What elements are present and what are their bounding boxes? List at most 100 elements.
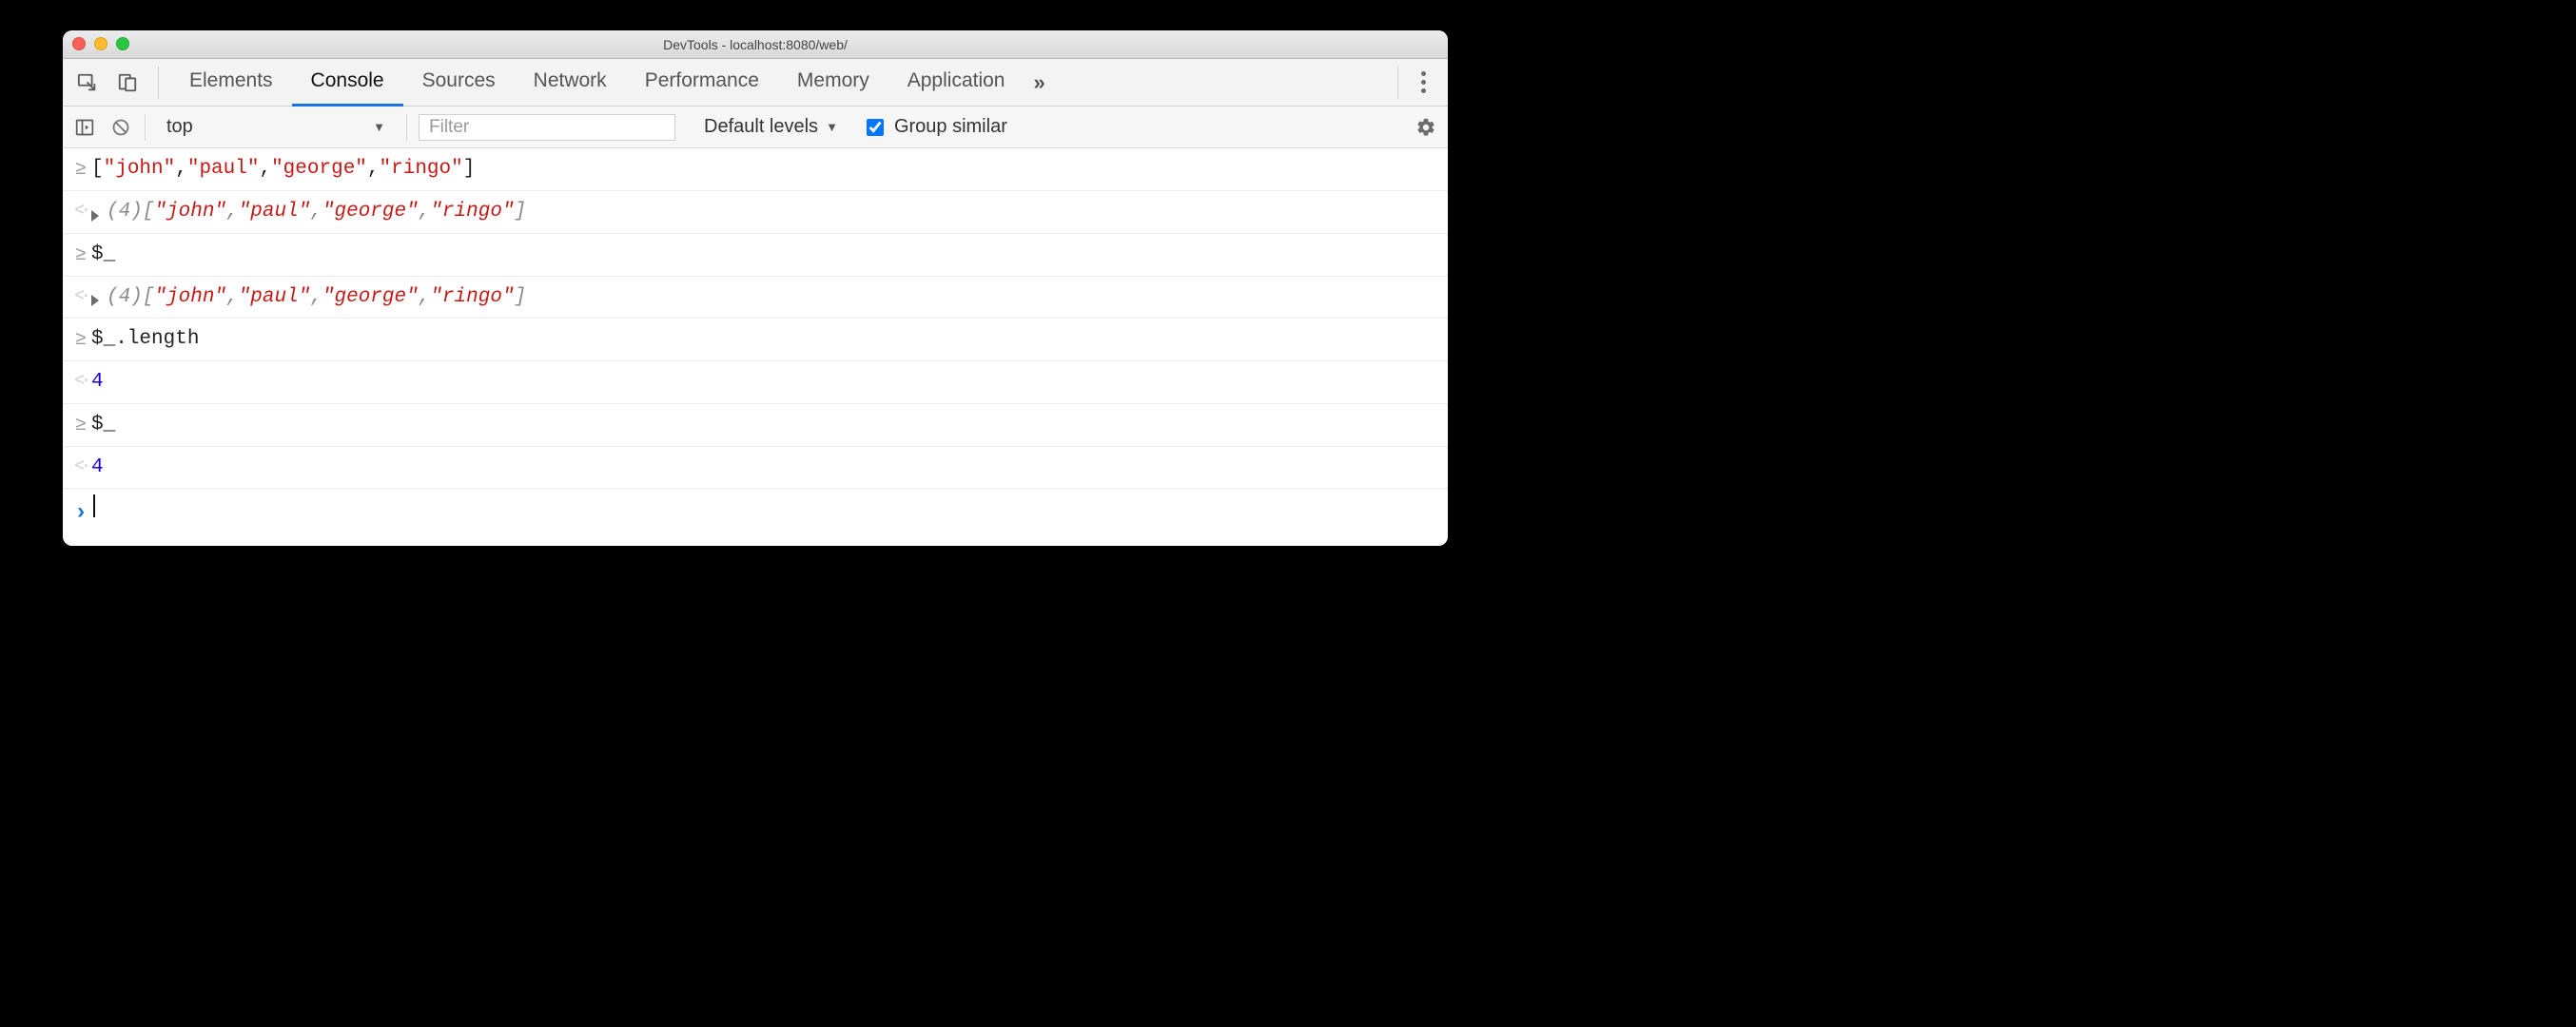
token-str: "john": [104, 154, 176, 184]
token-dim-italic: [: [143, 282, 155, 313]
console-row-content: 4: [91, 453, 1438, 483]
log-levels-select[interactable]: Default levels ▼: [704, 116, 838, 138]
token-dim-italic: ,: [419, 282, 431, 313]
token-dim-italic: ,: [419, 197, 431, 227]
token-dim-italic: ]: [515, 197, 527, 227]
console-row-input: ≥$_: [63, 234, 1448, 277]
token-punct: [: [91, 154, 104, 184]
tab-application[interactable]: Application: [888, 59, 1025, 107]
console-row-content: $_.length: [91, 324, 1438, 355]
result-marker-icon: <·: [70, 367, 91, 395]
console-row-result: <·(4) ["john", "paul", "george", "ringo"…: [63, 277, 1448, 320]
token-punct: ,: [367, 154, 380, 184]
token-dim-italic: ,: [226, 282, 239, 313]
console-row-prompt[interactable]: ›: [63, 489, 1448, 546]
token-str-italic: "ringo": [430, 282, 514, 313]
token-punct: ,: [259, 154, 271, 184]
console-row-content: $_: [91, 410, 1438, 440]
window-controls: [72, 37, 129, 50]
token-str: "paul": [187, 154, 260, 184]
tab-sources[interactable]: Sources: [403, 59, 515, 107]
console-sidebar-toggle-icon[interactable]: [72, 115, 97, 140]
expand-toggle-icon[interactable]: [91, 210, 99, 222]
console-row-content: (4) ["john", "paul", "george", "ringo"]: [91, 197, 1438, 227]
expand-toggle-icon[interactable]: [91, 295, 99, 306]
console-row-content: $_: [91, 240, 1438, 270]
devtools-menu-button[interactable]: [1410, 71, 1436, 93]
tab-label: Network: [534, 69, 607, 92]
tab-label: Application: [907, 69, 1005, 92]
token-str-italic: "john": [154, 197, 226, 227]
device-toolbar-icon[interactable]: [114, 69, 141, 96]
console-row-input: ≥["john","paul","george","ringo"]: [63, 148, 1448, 191]
separator: [1397, 67, 1398, 99]
group-similar-label: Group similar: [894, 116, 1007, 138]
console-settings-icon[interactable]: [1414, 115, 1438, 140]
token-dim-italic: [: [143, 197, 155, 227]
tab-console[interactable]: Console: [292, 59, 403, 107]
token-dim-italic: ]: [515, 282, 527, 313]
token-punct: $_: [91, 240, 115, 270]
execution-context-select[interactable]: top ▼: [157, 113, 395, 142]
result-marker-icon: <·: [70, 282, 91, 310]
console-toolbar: top ▼ Filter Default levels ▼ Group simi…: [63, 107, 1448, 148]
separator: [145, 114, 146, 141]
group-similar-input[interactable]: [867, 119, 884, 136]
tab-label: Elements: [189, 69, 273, 92]
chevron-down-icon: ▼: [373, 120, 385, 134]
console-row-input: ≥$_: [63, 404, 1448, 447]
token-str: "ringo": [380, 154, 463, 184]
close-window-button[interactable]: [72, 37, 86, 50]
group-similar-checkbox[interactable]: Group similar: [863, 116, 1007, 139]
result-marker-icon: <·: [70, 197, 91, 224]
token-punct: $_.length: [91, 324, 199, 355]
tab-list: Elements Console Sources Network Performance…: [170, 59, 1024, 107]
token-str-italic: "john": [154, 282, 226, 313]
token-dim-italic: (4): [107, 282, 143, 313]
token-str-italic: "george": [322, 197, 419, 227]
token-dim-italic: ,: [310, 197, 322, 227]
execution-context-label: top: [166, 116, 193, 138]
result-marker-icon: <·: [70, 453, 91, 480]
window-title: DevTools - localhost:8080/web/: [663, 37, 848, 52]
tab-label: Sources: [422, 69, 496, 92]
zoom-window-button[interactable]: [116, 37, 129, 50]
token-punct: ,: [175, 154, 187, 184]
inspect-element-icon[interactable]: [74, 69, 101, 96]
tab-performance[interactable]: Performance: [626, 59, 778, 107]
token-str-italic: "george": [322, 282, 419, 313]
input-marker-icon: ≥: [70, 410, 91, 440]
filter-placeholder: Filter: [429, 117, 469, 138]
console-row-result: <·(4) ["john", "paul", "george", "ringo"…: [63, 191, 1448, 234]
separator: [406, 114, 407, 141]
titlebar: DevTools - localhost:8080/web/: [63, 30, 1448, 59]
more-tabs-button[interactable]: »: [1033, 70, 1044, 95]
token-dim-italic: (4): [107, 197, 143, 227]
log-levels-label: Default levels: [704, 116, 818, 138]
minimize-window-button[interactable]: [94, 37, 107, 50]
input-marker-icon: ≥: [70, 324, 91, 355]
token-punct: $_: [91, 410, 115, 440]
devtools-tabs: Elements Console Sources Network Performance…: [63, 59, 1448, 107]
devtools-window: DevTools - localhost:8080/web/ E: [63, 30, 1448, 546]
tab-memory[interactable]: Memory: [778, 59, 888, 107]
token-str-italic: "ringo": [430, 197, 514, 227]
console-row-content: ["john","paul","george","ringo"]: [91, 154, 1438, 184]
chevron-down-icon: ▼: [826, 120, 838, 134]
console-output: ≥["john","paul","george","ringo"]<·(4) […: [63, 148, 1448, 546]
tab-network[interactable]: Network: [515, 59, 626, 107]
input-marker-icon: ≥: [70, 154, 91, 184]
tab-label: Console: [311, 69, 384, 92]
console-row-input: ≥$_.length: [63, 319, 1448, 361]
token-str: "george": [271, 154, 367, 184]
text-cursor: [93, 494, 95, 517]
clear-console-icon[interactable]: [108, 115, 133, 140]
console-row-result: <·4: [63, 447, 1448, 490]
console-row-content: [91, 494, 1438, 517]
tab-elements[interactable]: Elements: [170, 59, 292, 107]
token-str-italic: "paul": [239, 197, 311, 227]
prompt-marker-icon: ›: [70, 494, 91, 531]
console-filter-input[interactable]: Filter: [419, 114, 675, 141]
console-row-result: <·4: [63, 361, 1448, 404]
token-dim-italic: ,: [226, 197, 239, 227]
